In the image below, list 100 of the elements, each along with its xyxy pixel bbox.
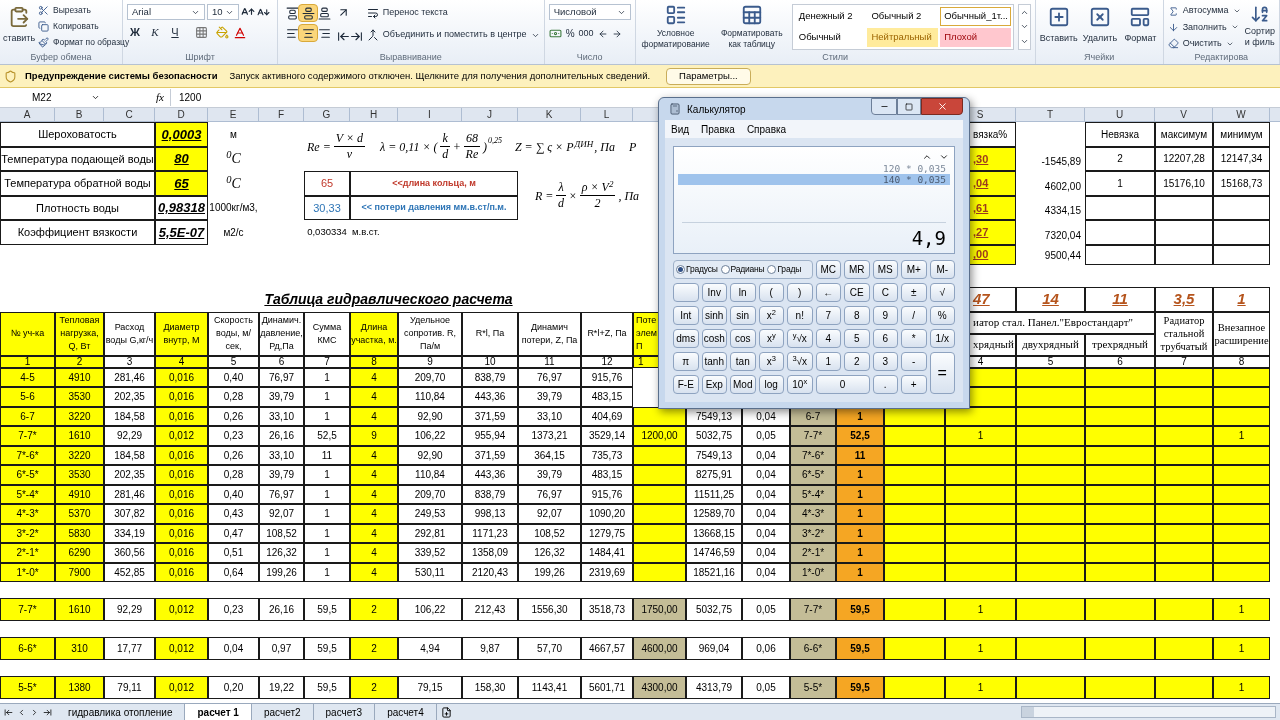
calculator-key[interactable]: 6 xyxy=(872,329,898,348)
calculator-key[interactable]: Inv xyxy=(701,283,727,302)
calculator-key[interactable]: 9 xyxy=(872,306,898,325)
calculator-key[interactable]: 5 xyxy=(844,329,870,348)
cell-style-button[interactable]: Обычный_1т... xyxy=(940,7,1011,26)
calculator-key[interactable]: log xyxy=(758,375,784,394)
calculator-key[interactable]: x$^{y}$ xyxy=(758,329,784,348)
calculator-key[interactable]: ) xyxy=(787,283,813,302)
calculator-key[interactable]: 8 xyxy=(844,306,870,325)
name-box[interactable]: M22 xyxy=(0,89,104,106)
calculator-key[interactable]: CE xyxy=(844,283,870,302)
ribbon-button[interactable]: Заполнить xyxy=(1167,20,1241,35)
calculator-key[interactable]: M- xyxy=(929,260,955,279)
calculator-key[interactable]: 3 xyxy=(872,352,898,371)
calculator-key[interactable]: π xyxy=(673,352,699,371)
radio-option[interactable]: Радианы xyxy=(720,263,765,276)
sheet-tab[interactable]: расчет 1 xyxy=(185,704,252,720)
calculator-key[interactable]: MC xyxy=(815,260,841,279)
calculator-key[interactable]: ln xyxy=(730,283,756,302)
calculator-key[interactable]: = xyxy=(929,352,955,394)
calculator-key[interactable]: x$^{3}$ xyxy=(758,352,784,371)
font-style-button[interactable]: Ч xyxy=(167,24,183,41)
align-button[interactable] xyxy=(298,24,319,42)
calculator-key[interactable]: dms xyxy=(673,329,699,348)
font-size-field[interactable]: 10 xyxy=(207,4,239,20)
calculator-key[interactable]: tanh xyxy=(701,352,727,371)
decrease-indent-icon[interactable] xyxy=(337,30,351,43)
calculator-key[interactable]: M+ xyxy=(901,260,927,279)
calculator-key[interactable]: Mod xyxy=(730,375,756,394)
calculator-key[interactable]: sin xyxy=(730,306,756,325)
calculator-key[interactable]: cosh xyxy=(701,329,727,348)
calculator-key[interactable]: MR xyxy=(844,260,870,279)
banknote-icon[interactable] xyxy=(548,27,562,40)
menu-item[interactable]: Вид xyxy=(671,121,690,137)
calculator-key[interactable]: 4 xyxy=(815,329,841,348)
sort-filter-button[interactable]: Сортир и филь xyxy=(1244,2,1275,51)
menu-item[interactable]: Правка xyxy=(701,121,735,137)
right-arrow-icon[interactable] xyxy=(611,28,622,39)
maximize-button[interactable] xyxy=(897,98,921,115)
calculator-key[interactable]: ← xyxy=(815,283,841,302)
calculator-key[interactable]: 1 xyxy=(815,352,841,371)
ribbon-button[interactable]: Вставить xyxy=(1039,2,1078,51)
number-format-field[interactable]: Числовой xyxy=(548,4,631,20)
font-style-button[interactable]: К xyxy=(147,24,163,41)
calculator-key[interactable]: C xyxy=(872,283,898,302)
calculator-key[interactable]: . xyxy=(872,375,898,394)
align-button[interactable] xyxy=(298,4,319,22)
cell-style-button[interactable]: Нейтральный xyxy=(867,28,939,47)
ribbon-button[interactable]: Удалить xyxy=(1081,2,1119,51)
close-button[interactable] xyxy=(921,98,963,115)
calculator-key[interactable]: MS xyxy=(872,260,898,279)
calculator-key[interactable]: n! xyxy=(787,306,813,325)
calculator-key[interactable]: √ xyxy=(929,283,955,302)
next-sheet-icon[interactable] xyxy=(30,707,39,717)
calculator-key[interactable]: 2 xyxy=(844,352,870,371)
function-label[interactable]: fx xyxy=(150,89,170,106)
left-arrow-icon[interactable] xyxy=(597,28,608,39)
calculator-key[interactable]: 7 xyxy=(815,306,841,325)
calculator-key[interactable]: 10$^{x}$ xyxy=(787,375,813,394)
calculator-key[interactable]: sinh xyxy=(701,306,727,325)
ribbon-button[interactable]: Копировать xyxy=(38,18,130,34)
calculator-key[interactable]: * xyxy=(901,329,927,348)
increase-indent-icon[interactable] xyxy=(349,30,363,43)
radio-option[interactable]: Грады xyxy=(767,263,802,276)
calculator-key[interactable]: 0 xyxy=(815,375,870,394)
font-style-button[interactable]: Ж xyxy=(127,24,143,41)
calculator-key[interactable]: F-E xyxy=(673,375,699,394)
ribbon-button[interactable]: Формат xyxy=(1122,2,1159,51)
borders-icon[interactable] xyxy=(195,26,208,39)
cell-style-button[interactable]: Плохой xyxy=(940,28,1011,47)
thousands-button[interactable]: 000 xyxy=(578,26,594,41)
calculator-key[interactable]: ( xyxy=(758,283,784,302)
merge-center-button[interactable]: Объединить и поместить в центре xyxy=(366,28,540,42)
options-button[interactable]: Параметры... xyxy=(666,67,751,85)
history-entry[interactable]: 140 * 0,035 xyxy=(678,174,950,185)
wrap-text-button[interactable]: Перенос текста xyxy=(366,6,540,20)
calculator-key[interactable]: Int xyxy=(673,306,699,325)
ribbon-button[interactable]: Форматировать как таблицу xyxy=(715,2,788,51)
calculator-key[interactable]: - xyxy=(901,352,927,371)
horizontal-scrollbar[interactable] xyxy=(1021,706,1276,718)
calculator-key[interactable]: tan xyxy=(730,352,756,371)
font-color-icon[interactable] xyxy=(233,25,247,40)
menu-item[interactable]: Справка xyxy=(746,121,787,137)
calculator-key[interactable]: + xyxy=(901,375,927,394)
ribbon-button[interactable]: Формат по образцу xyxy=(38,34,130,50)
new-sheet-icon[interactable] xyxy=(440,706,452,718)
ribbon-button[interactable]: Автосумма xyxy=(1167,4,1241,19)
ribbon-button[interactable]: Вырезать xyxy=(38,2,130,18)
font-name-field[interactable]: Arial xyxy=(127,4,205,20)
calculator-key[interactable]: / xyxy=(901,306,927,325)
first-sheet-icon[interactable] xyxy=(4,707,13,717)
calculator-key[interactable]: Exp xyxy=(701,375,727,394)
calculator-key[interactable]: $^{y}$√x xyxy=(787,329,813,348)
calculator-key[interactable]: ± xyxy=(901,283,927,302)
calculator-key[interactable]: $^{3}$√x xyxy=(787,352,813,371)
last-sheet-icon[interactable] xyxy=(43,707,52,717)
radio-option[interactable]: Градусы xyxy=(676,263,718,276)
percent-button[interactable]: % xyxy=(565,26,575,41)
paste-button[interactable]: ставить xyxy=(4,2,34,51)
ribbon-button[interactable]: Очистить xyxy=(1167,36,1241,51)
